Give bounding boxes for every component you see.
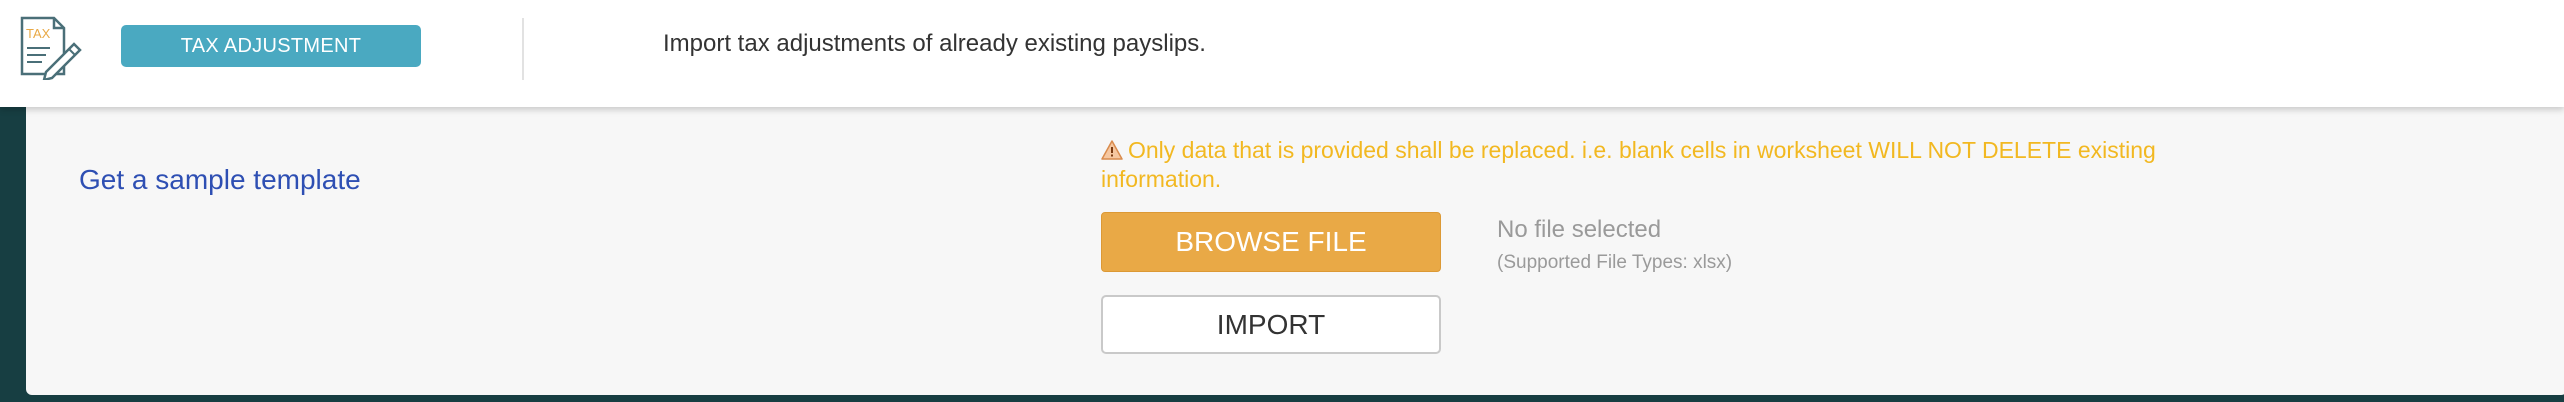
browse-file-button[interactable]: BROWSE FILE [1101,212,1441,272]
tax-document-icon: TAX [20,16,82,80]
replace-warning: Only data that is provided shall be repl… [1101,136,2241,194]
svg-text:TAX: TAX [26,26,51,41]
page-description: Import tax adjustments of already existi… [663,30,1206,57]
header-divider [522,18,524,80]
warning-triangle-icon [1101,140,1123,160]
sample-template-link[interactable]: Get a sample template [79,164,361,196]
warning-text: Only data that is provided shall be repl… [1101,137,2156,192]
module-badge-tax-adjustment[interactable]: TAX ADJUSTMENT [121,25,421,67]
header-bar: TAX TAX ADJUSTMENT Import tax adjustment… [0,0,2564,107]
import-button[interactable]: IMPORT [1101,295,1441,354]
supported-file-types: (Supported File Types: xlsx) [1497,252,1733,273]
page: TAX TAX ADJUSTMENT Import tax adjustment… [0,0,2564,402]
file-status: No file selected [1497,216,1662,243]
